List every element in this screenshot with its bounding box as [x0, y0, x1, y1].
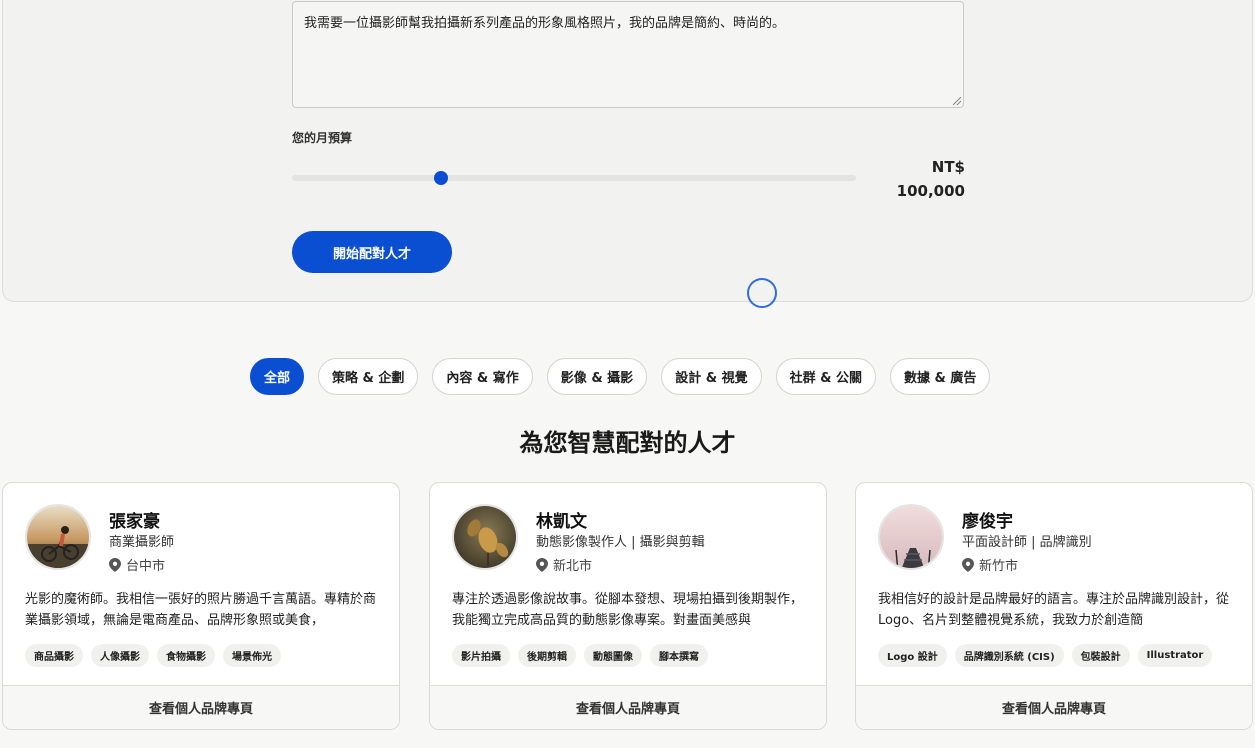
skill-tag: Illustrator: [1137, 644, 1213, 667]
budget-currency: NT$: [931, 158, 965, 176]
avatar[interactable]: [452, 504, 518, 570]
talent-role: 平面設計師 | 品牌識別: [962, 535, 1092, 550]
talent-name: 張家豪: [109, 512, 160, 532]
talent-location-text: 新北市: [553, 559, 593, 574]
resize-grip-icon[interactable]: [953, 97, 961, 105]
skill-tags: Logo 設計 品牌識別系統 (CIS) 包裝設計 Illustrator: [878, 644, 1213, 667]
request-text: 我需要一位攝影師幫我拍攝新系列產品的形象風格照片，我的品牌是簡約、時尚的。: [304, 16, 786, 31]
skill-tag: 商品攝影: [25, 644, 83, 667]
view-profile-button[interactable]: 查看個人品牌專頁: [430, 685, 826, 729]
budget-value: NT$ 100,000: [897, 155, 965, 203]
skill-tag: Logo 設計: [878, 644, 947, 667]
skill-tags: 影片拍攝 後期剪輯 動態圖像 腳本撰寫: [452, 644, 708, 667]
talent-location: 新竹市: [962, 555, 1018, 574]
budget-slider[interactable]: [292, 171, 856, 185]
location-pin-icon: [536, 557, 548, 572]
section-title: 為您智慧配對的人才: [519, 429, 736, 457]
talent-bio: 專注於透過影像說故事。從腳本發想、現場拍攝到後期製作，我能獨立完成高品質的動態影…: [452, 592, 804, 628]
talent-card: 廖俊宇 平面設計師 | 品牌識別 新竹市 我相信好的設計是品牌最好的語言。專注於…: [855, 482, 1253, 730]
talent-card: 張家豪 商業攝影師 台中市 光影的魔術師。我相信一張好的照片勝過千言萬語。專精於…: [2, 482, 400, 730]
talent-name: 廖俊宇: [962, 512, 1013, 532]
talent-name: 林凱文: [536, 512, 587, 532]
talent-location: 台中市: [109, 555, 165, 574]
skill-tag: 人像攝影: [91, 644, 149, 667]
skill-tag: 後期剪輯: [518, 644, 576, 667]
skill-tag: 場景佈光: [223, 644, 281, 667]
category-pill-photography[interactable]: 影像 & 攝影: [546, 358, 648, 395]
avatar[interactable]: [878, 504, 944, 570]
start-matching-button[interactable]: 開始配對人才: [292, 231, 452, 273]
location-pin-icon: [109, 557, 121, 572]
skill-tags: 商品攝影 人像攝影 食物攝影 場景佈光: [25, 644, 281, 667]
skill-tag: 品牌識別系統 (CIS): [954, 644, 1064, 667]
view-profile-button[interactable]: 查看個人品牌專頁: [3, 685, 399, 729]
category-pill-all[interactable]: 全部: [250, 358, 305, 395]
skill-tag: 腳本撰寫: [650, 644, 708, 667]
request-textarea[interactable]: 我需要一位攝影師幫我拍攝新系列產品的形象風格照片，我的品牌是簡約、時尚的。: [292, 1, 964, 108]
talent-role: 商業攝影師: [109, 535, 175, 550]
talent-card: 林凱文 動態影像製作人 | 攝影與剪輯 新北市 專注於透過影像說故事。從腳本發想…: [429, 482, 827, 730]
category-pill-strategy[interactable]: 策略 & 企劃: [318, 358, 419, 395]
skill-tag: 包裝設計: [1071, 644, 1130, 667]
budget-amount: 100,000: [896, 182, 965, 200]
avatar[interactable]: [25, 504, 91, 570]
cursor-indicator: [747, 278, 777, 308]
category-pill-data-ads[interactable]: 數據 & 廣告: [889, 358, 991, 395]
talent-location-text: 台中市: [126, 559, 166, 574]
talent-location-text: 新竹市: [979, 559, 1019, 574]
skill-tag: 動態圖像: [584, 644, 642, 667]
skill-tag: 食物攝影: [157, 644, 215, 667]
talent-bio: 我相信好的設計是品牌最好的語言。專注於品牌識別設計，從 Logo、名片到整體視覺…: [878, 592, 1230, 628]
category-pill-design[interactable]: 設計 & 視覺: [661, 358, 762, 395]
category-pill-content[interactable]: 內容 & 寫作: [432, 358, 533, 395]
category-pill-social[interactable]: 社群 & 公關: [775, 358, 876, 395]
category-filter: 全部 策略 & 企劃 內容 & 寫作 影像 & 攝影 設計 & 視覺 社群 & …: [250, 358, 991, 395]
skill-tag: 影片拍攝: [452, 644, 510, 667]
talent-bio: 光影的魔術師。我相信一張好的照片勝過千言萬語。專精於商業攝影領域，無論是電商產品…: [25, 592, 377, 628]
budget-label: 您的月預算: [292, 131, 353, 145]
location-pin-icon: [962, 557, 974, 572]
talent-location: 新北市: [536, 555, 592, 574]
view-profile-button[interactable]: 查看個人品牌專頁: [856, 685, 1252, 729]
talent-role: 動態影像製作人 | 攝影與剪輯: [536, 535, 705, 550]
